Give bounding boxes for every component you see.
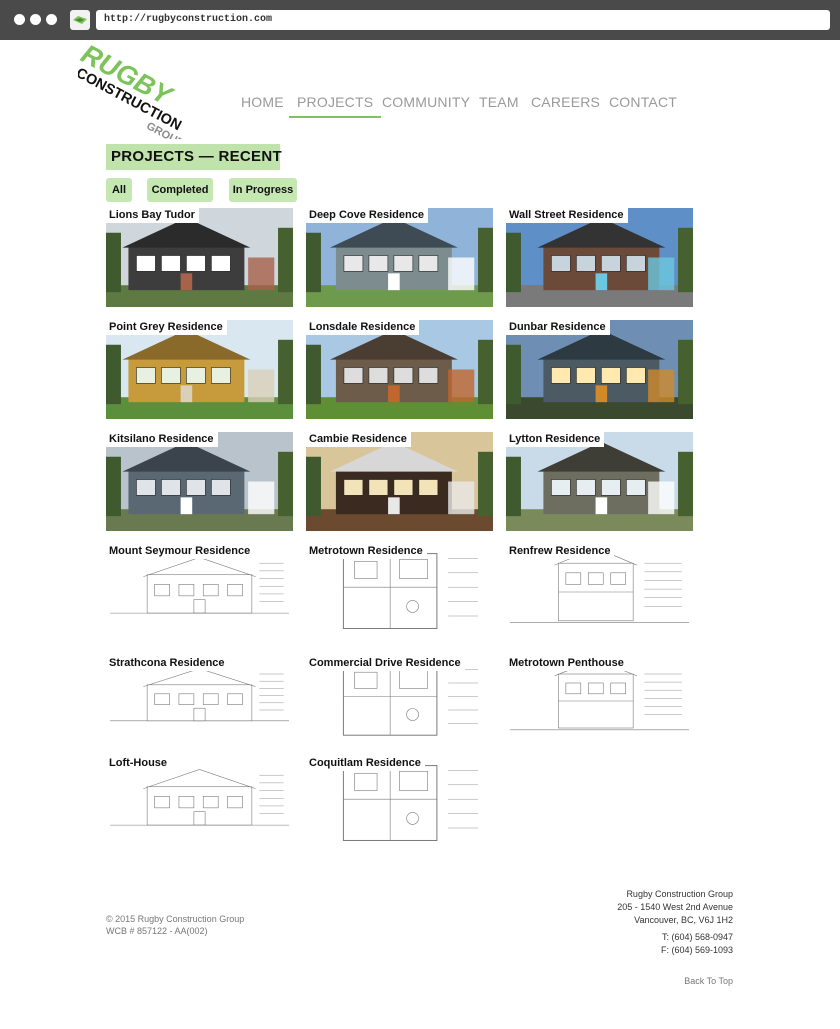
project-card[interactable]: Wall Street Residence: [506, 208, 693, 307]
project-card[interactable]: Loft-House: [106, 756, 293, 852]
browser-chrome: http://rugbyconstruction.com: [0, 0, 840, 40]
project-title: Wall Street Residence: [506, 208, 628, 223]
footer-contact: Rugby Construction Group 205 - 1540 West…: [617, 888, 733, 957]
project-card[interactable]: Point Grey Residence: [106, 320, 293, 419]
project-title: Lonsdale Residence: [306, 320, 420, 335]
window-close-dot[interactable]: [14, 14, 25, 25]
project-title: Strathcona Residence: [106, 656, 229, 671]
nav-home[interactable]: HOME: [241, 94, 284, 110]
project-title: Kitsilano Residence: [106, 432, 218, 447]
project-title: Commercial Drive Residence: [306, 656, 465, 671]
nav-projects[interactable]: PROJECTS: [288, 94, 382, 118]
project-title: Deep Cove Residence: [306, 208, 428, 223]
filter-completed-button[interactable]: Completed: [147, 178, 213, 202]
phone-number: T: (604) 568-0947: [661, 932, 733, 942]
window-maximize-dot[interactable]: [46, 14, 57, 25]
copyright-text: © 2015 Rugby Construction Group: [106, 914, 245, 924]
project-card[interactable]: Metrotown Residence: [306, 544, 493, 640]
project-card[interactable]: Strathcona Residence: [106, 656, 293, 746]
project-card[interactable]: Lions Bay Tudor: [106, 208, 293, 307]
window-minimize-dot[interactable]: [30, 14, 41, 25]
project-title: Metrotown Penthouse: [506, 656, 628, 671]
project-title: Lions Bay Tudor: [106, 208, 199, 223]
project-title: Dunbar Residence: [506, 320, 610, 335]
company-name: Rugby Construction Group: [626, 889, 733, 899]
filter-in-progress-button[interactable]: In Progress: [229, 178, 297, 202]
project-card[interactable]: Metrotown Penthouse: [506, 656, 693, 746]
wcb-text: WCB # 857122 - AA(002): [106, 926, 208, 936]
project-card[interactable]: Lonsdale Residence: [306, 320, 493, 419]
project-title: Renfrew Residence: [506, 544, 615, 559]
favicon-icon: [70, 10, 90, 30]
footer-legal: © 2015 Rugby Construction Group WCB # 85…: [106, 913, 244, 937]
project-card[interactable]: Renfrew Residence: [506, 544, 693, 640]
project-card[interactable]: Mount Seymour Residence: [106, 544, 293, 640]
project-title: Metrotown Residence: [306, 544, 427, 559]
project-title: Cambie Residence: [306, 432, 411, 447]
project-card[interactable]: Cambie Residence: [306, 432, 493, 531]
nav-community[interactable]: COMMUNITY: [382, 94, 470, 110]
nav-team[interactable]: TEAM: [479, 94, 519, 110]
page-title: PROJECTS — RECENT: [106, 144, 282, 170]
filter-all-button[interactable]: All: [106, 178, 132, 202]
fax-number: F: (604) 569-1093: [660, 945, 733, 955]
project-card[interactable]: Deep Cove Residence: [306, 208, 493, 307]
nav-careers[interactable]: CAREERS: [531, 94, 600, 110]
project-title: Loft-House: [106, 756, 172, 771]
project-title: Coquitlam Residence: [306, 756, 425, 771]
rugby-logo[interactable]: RUGBY CONSTRUCTION GROUP: [73, 39, 223, 150]
project-title: Mount Seymour Residence: [106, 544, 255, 559]
nav-contact[interactable]: CONTACT: [609, 94, 677, 110]
address-line-1: 205 - 1540 West 2nd Avenue: [617, 902, 733, 912]
project-card[interactable]: Lytton Residence: [506, 432, 693, 531]
project-title: Lytton Residence: [506, 432, 605, 447]
address-line-2: Vancouver, BC, V6J 1H2: [634, 915, 733, 925]
project-card[interactable]: Commercial Drive Residence: [306, 656, 493, 746]
project-card[interactable]: Coquitlam Residence: [306, 756, 493, 852]
page: RUGBY CONSTRUCTION GROUP HOME PROJECTS C…: [0, 39, 840, 1029]
address-bar[interactable]: http://rugbyconstruction.com: [96, 10, 830, 30]
project-title: Point Grey Residence: [106, 320, 227, 335]
project-card[interactable]: Dunbar Residence: [506, 320, 693, 419]
back-to-top-link[interactable]: Back To Top: [684, 976, 733, 986]
project-card[interactable]: Kitsilano Residence: [106, 432, 293, 531]
